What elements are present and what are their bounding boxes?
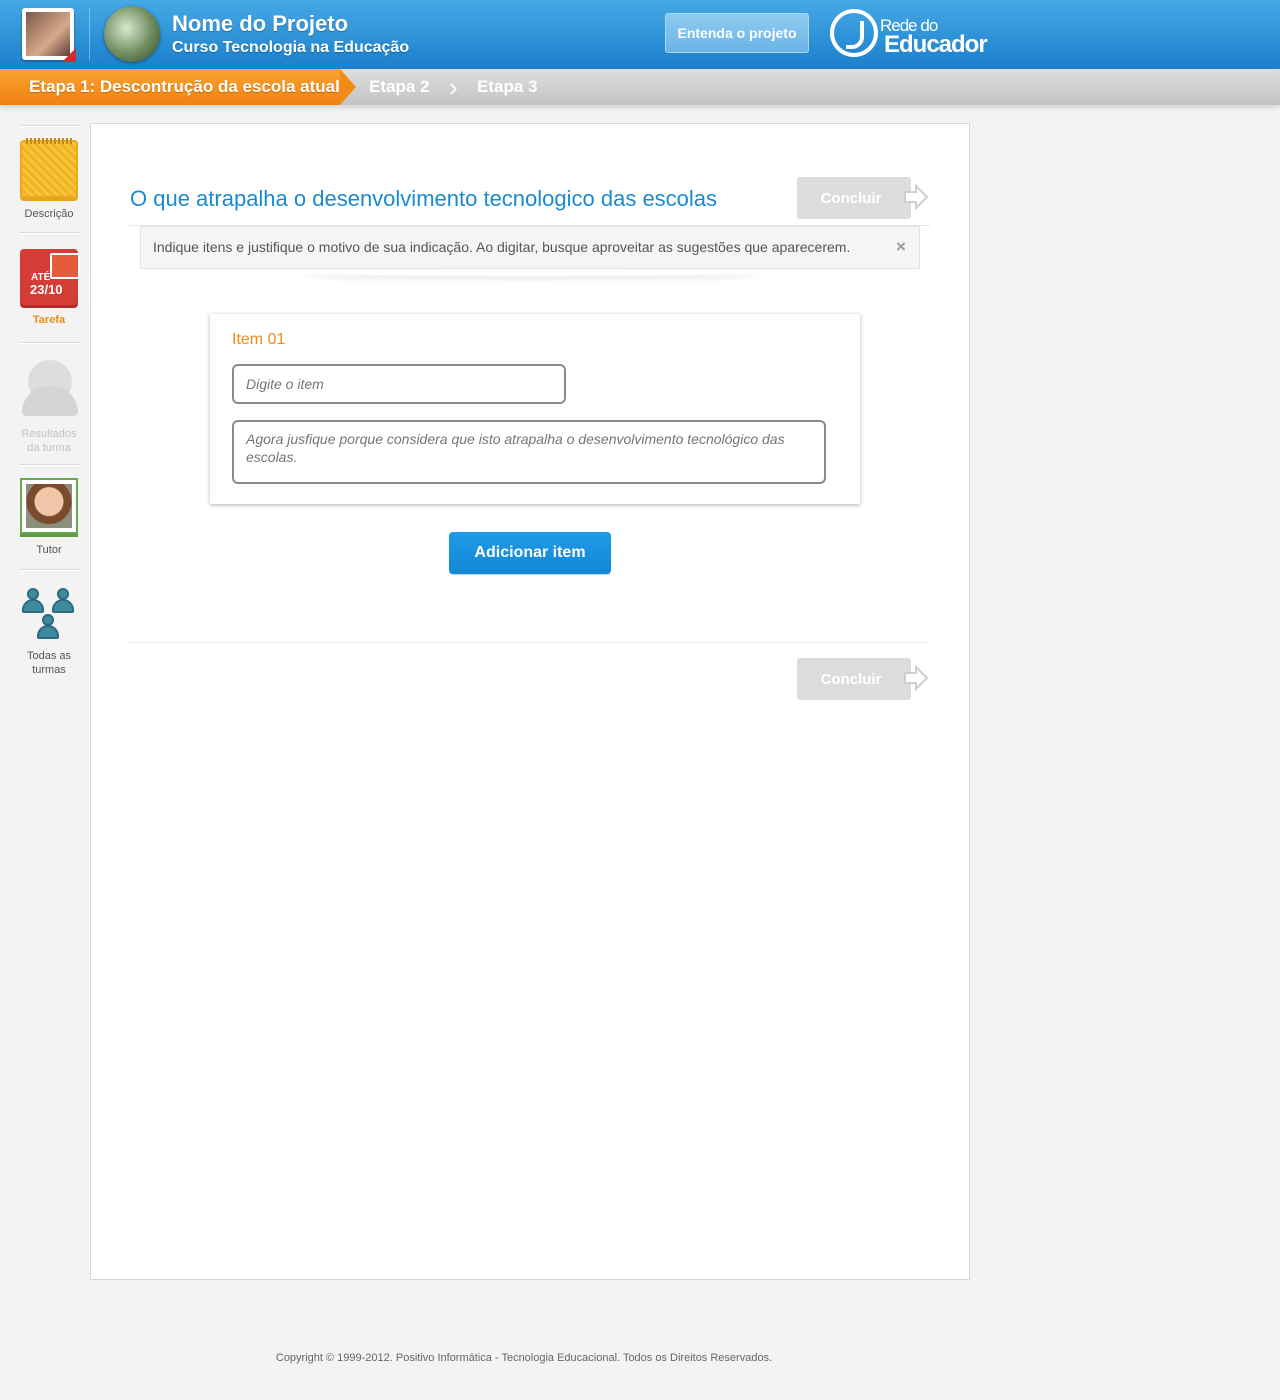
step-1-tab[interactable]: Etapa 1: Descontrução da escola atual [0, 69, 340, 105]
page-title: O que atrapalha o desenvolvimento tecnol… [130, 186, 718, 211]
tarefa-badge-date: 23/10 [30, 282, 63, 297]
person-icon [37, 614, 59, 640]
instruction-hint: Indique itens e justifique o motivo de s… [140, 226, 920, 269]
sidebar-divider [20, 232, 80, 233]
justification-textarea[interactable] [232, 420, 826, 484]
rede-educador-logo[interactable]: Rede do Educador [830, 8, 988, 62]
project-globe-icon [104, 6, 160, 62]
calendar-task-icon[interactable]: ATÉ 23/10 [20, 249, 80, 305]
tutor-photo [26, 484, 72, 528]
notepad-icon[interactable] [20, 138, 78, 198]
sidebar-item-resultados-line1: Resultados [21, 428, 77, 440]
sidebar-divider [20, 569, 80, 570]
corner-fold-icon [62, 48, 76, 62]
bottom-divider [129, 642, 930, 643]
person-icon [22, 588, 44, 614]
concluir-button-bottom[interactable]: Concluir [797, 658, 911, 700]
sidebar-item-todas-line2[interactable]: turmas [0, 663, 98, 677]
step-1-arrow-icon [340, 69, 356, 105]
step-3-tab[interactable]: Etapa 3 [477, 69, 537, 105]
sidebar-divider [20, 125, 80, 126]
arrow-right-icon [904, 665, 929, 691]
user-avatar[interactable] [22, 8, 76, 62]
arrow-right-icon [904, 184, 929, 210]
add-item-button[interactable]: Adicionar item [449, 532, 611, 574]
tutor-avatar[interactable] [20, 478, 78, 534]
item-label: Item 01 [232, 331, 286, 348]
person-icon [52, 588, 74, 614]
sidebar-divider [20, 342, 80, 343]
steps-bar: Etapa 1: Descontrução da escola atual › … [0, 69, 1280, 105]
item-input[interactable] [232, 364, 566, 404]
arrow-tag-icon [50, 253, 80, 279]
header-divider [89, 8, 90, 60]
main-panel [90, 123, 970, 1280]
sidebar-item-descricao[interactable]: Descrição [0, 207, 98, 221]
sidebar-item-resultados-line2: da turma [27, 442, 71, 454]
sidebar-divider [20, 464, 80, 465]
sidebar-item-todas-line1[interactable]: Todas as [0, 649, 98, 663]
all-classes-icon[interactable] [20, 588, 78, 644]
rede-logo-mark-icon [830, 9, 878, 57]
project-subtitle: Curso Tecnologia na Educação [172, 39, 410, 56]
concluir-button-top[interactable]: Concluir [797, 177, 911, 219]
top-header: Nome do Projeto Curso Tecnologia na Educ… [0, 0, 1280, 69]
sidebar-item-tarefa[interactable]: Tarefa [0, 313, 98, 327]
entenda-projeto-button[interactable]: Entenda o projeto [665, 13, 809, 53]
class-results-icon [20, 356, 80, 418]
footer-copyright: Copyright © 1999-2012. Positivo Informát… [275, 1352, 773, 1364]
project-title: Nome do Projeto [172, 11, 349, 36]
close-icon[interactable]: × [896, 237, 906, 257]
chevron-right-icon: › [449, 72, 458, 102]
logo-line2: Educador [884, 31, 988, 58]
step-2-tab[interactable]: Etapa 2 [369, 69, 429, 105]
hint-shadow [300, 268, 760, 276]
sidebar-item-tutor[interactable]: Tutor [0, 543, 98, 557]
